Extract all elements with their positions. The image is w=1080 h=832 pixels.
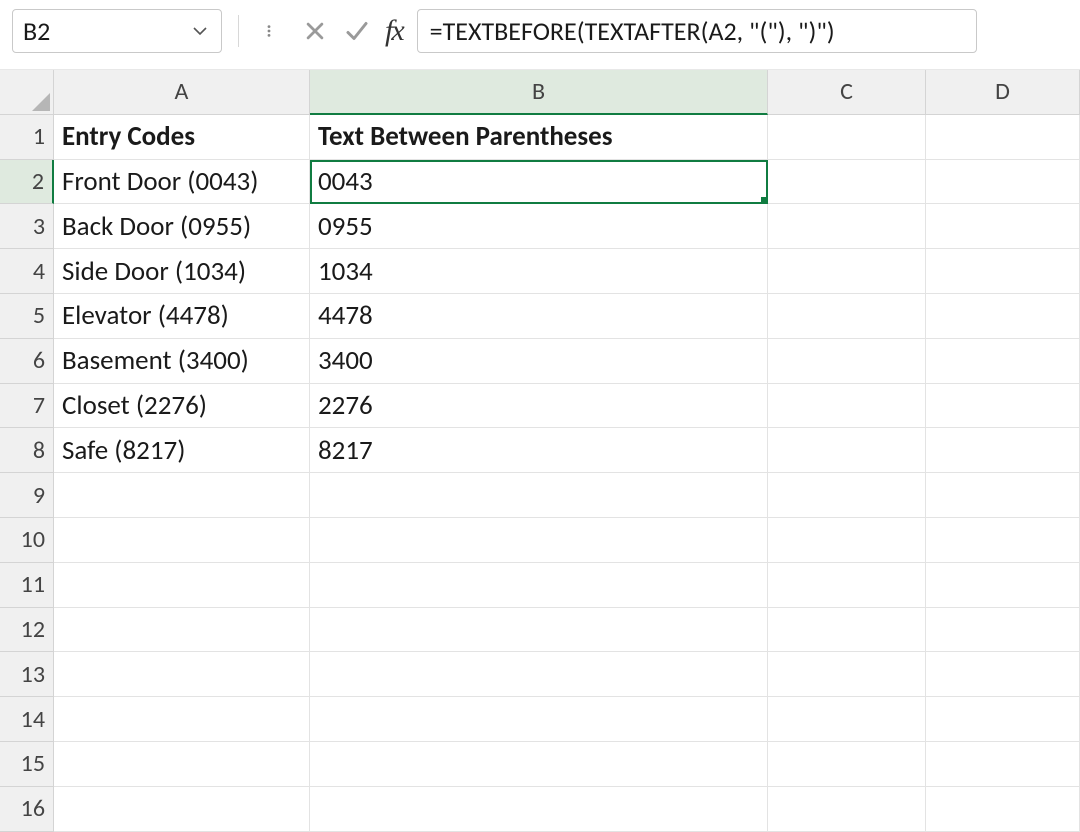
cell-C3[interactable] bbox=[768, 204, 926, 249]
name-box-value: B2 bbox=[23, 15, 50, 47]
formula-bar-area: B2 fx =TEXTBEFORE(TEXTAFTER(A2, "("), ")… bbox=[0, 0, 1080, 70]
cell-C7[interactable] bbox=[768, 384, 926, 429]
cell-B8[interactable]: 8217 bbox=[310, 428, 768, 473]
cell-B2[interactable]: 0043 bbox=[310, 160, 768, 205]
cell-B5[interactable]: 4478 bbox=[310, 294, 768, 339]
cell-D10[interactable] bbox=[926, 518, 1080, 563]
row-header-1[interactable]: 1 bbox=[0, 115, 54, 160]
cell-B13[interactable] bbox=[310, 652, 768, 697]
cell-D9[interactable] bbox=[926, 473, 1080, 518]
cell-A11[interactable] bbox=[54, 563, 310, 608]
formula-bar-buttons: fx bbox=[297, 14, 403, 48]
cell-B6[interactable]: 3400 bbox=[310, 339, 768, 384]
fx-icon[interactable]: fx bbox=[385, 14, 403, 48]
cell-A5[interactable]: Elevator (4478) bbox=[54, 294, 310, 339]
cell-C14[interactable] bbox=[768, 697, 926, 742]
cell-B10[interactable] bbox=[310, 518, 768, 563]
cell-D8[interactable] bbox=[926, 428, 1080, 473]
col-header-A[interactable]: A bbox=[54, 70, 310, 115]
cell-A13[interactable] bbox=[54, 652, 310, 697]
cell-C12[interactable] bbox=[768, 608, 926, 653]
col-header-D[interactable]: D bbox=[926, 70, 1080, 115]
cell-D15[interactable] bbox=[926, 742, 1080, 787]
formula-input[interactable]: =TEXTBEFORE(TEXTAFTER(A2, "("), ")") bbox=[417, 9, 977, 53]
chevron-down-icon[interactable] bbox=[189, 20, 211, 42]
cell-B16[interactable] bbox=[310, 787, 768, 832]
cell-C1[interactable] bbox=[768, 115, 926, 160]
cell-A2[interactable]: Front Door (0043) bbox=[54, 160, 310, 205]
cell-A1[interactable]: Entry Codes bbox=[54, 115, 310, 160]
cell-D2[interactable] bbox=[926, 160, 1080, 205]
cell-D14[interactable] bbox=[926, 697, 1080, 742]
enter-check-icon[interactable] bbox=[343, 17, 371, 45]
formula-text: =TEXTBEFORE(TEXTAFTER(A2, "("), ")") bbox=[430, 15, 835, 47]
cell-B15[interactable] bbox=[310, 742, 768, 787]
name-box[interactable]: B2 bbox=[12, 9, 222, 53]
cell-A8[interactable]: Safe (8217) bbox=[54, 428, 310, 473]
cell-C9[interactable] bbox=[768, 473, 926, 518]
cell-D7[interactable] bbox=[926, 384, 1080, 429]
cell-D11[interactable] bbox=[926, 563, 1080, 608]
cell-D13[interactable] bbox=[926, 652, 1080, 697]
cell-B12[interactable] bbox=[310, 608, 768, 653]
cancel-icon[interactable] bbox=[301, 17, 329, 45]
cell-D12[interactable] bbox=[926, 608, 1080, 653]
cell-C5[interactable] bbox=[768, 294, 926, 339]
row-header-6[interactable]: 6 bbox=[0, 339, 54, 384]
cell-C16[interactable] bbox=[768, 787, 926, 832]
cell-A4[interactable]: Side Door (1034) bbox=[54, 249, 310, 294]
cell-B4[interactable]: 1034 bbox=[310, 249, 768, 294]
dots-vertical-icon[interactable] bbox=[255, 17, 283, 45]
cell-C11[interactable] bbox=[768, 563, 926, 608]
cell-B1[interactable]: Text Between Parentheses bbox=[310, 115, 768, 160]
row-header-3[interactable]: 3 bbox=[0, 204, 54, 249]
cell-B11[interactable] bbox=[310, 563, 768, 608]
cell-C10[interactable] bbox=[768, 518, 926, 563]
cell-D4[interactable] bbox=[926, 249, 1080, 294]
row-header-2[interactable]: 2 bbox=[0, 160, 54, 205]
row-header-15[interactable]: 15 bbox=[0, 742, 54, 787]
cell-C8[interactable] bbox=[768, 428, 926, 473]
cell-B14[interactable] bbox=[310, 697, 768, 742]
row-header-10[interactable]: 10 bbox=[0, 518, 54, 563]
row-header-7[interactable]: 7 bbox=[0, 384, 54, 429]
row-header-9[interactable]: 9 bbox=[0, 473, 54, 518]
cell-A7[interactable]: Closet (2276) bbox=[54, 384, 310, 429]
spreadsheet-grid[interactable]: ABCD 1Entry CodesText Between Parentheses… bbox=[0, 70, 1080, 832]
row-header-12[interactable]: 12 bbox=[0, 608, 54, 653]
cell-B9[interactable] bbox=[310, 473, 768, 518]
row-header-8[interactable]: 8 bbox=[0, 428, 54, 473]
cell-C2[interactable] bbox=[768, 160, 926, 205]
cell-B3[interactable]: 0955 bbox=[310, 204, 768, 249]
cell-D16[interactable] bbox=[926, 787, 1080, 832]
col-header-C[interactable]: C bbox=[768, 70, 926, 115]
cell-D3[interactable] bbox=[926, 204, 1080, 249]
cell-A6[interactable]: Basement (3400) bbox=[54, 339, 310, 384]
cell-B7[interactable]: 2276 bbox=[310, 384, 768, 429]
cell-A12[interactable] bbox=[54, 608, 310, 653]
cell-C15[interactable] bbox=[768, 742, 926, 787]
select-all-corner[interactable] bbox=[0, 70, 54, 115]
cell-A10[interactable] bbox=[54, 518, 310, 563]
cell-C13[interactable] bbox=[768, 652, 926, 697]
row-header-14[interactable]: 14 bbox=[0, 697, 54, 742]
cell-C4[interactable] bbox=[768, 249, 926, 294]
row-header-13[interactable]: 13 bbox=[0, 652, 54, 697]
cell-A16[interactable] bbox=[54, 787, 310, 832]
cell-C6[interactable] bbox=[768, 339, 926, 384]
cell-D6[interactable] bbox=[926, 339, 1080, 384]
cell-D1[interactable] bbox=[926, 115, 1080, 160]
cell-A15[interactable] bbox=[54, 742, 310, 787]
separator bbox=[238, 15, 239, 47]
row-header-11[interactable]: 11 bbox=[0, 563, 54, 608]
cell-A14[interactable] bbox=[54, 697, 310, 742]
cell-D5[interactable] bbox=[926, 294, 1080, 339]
row-header-5[interactable]: 5 bbox=[0, 294, 54, 339]
cell-A9[interactable] bbox=[54, 473, 310, 518]
cell-A3[interactable]: Back Door (0955) bbox=[54, 204, 310, 249]
row-header-16[interactable]: 16 bbox=[0, 787, 54, 832]
row-header-4[interactable]: 4 bbox=[0, 249, 54, 294]
col-header-B[interactable]: B bbox=[310, 70, 768, 115]
